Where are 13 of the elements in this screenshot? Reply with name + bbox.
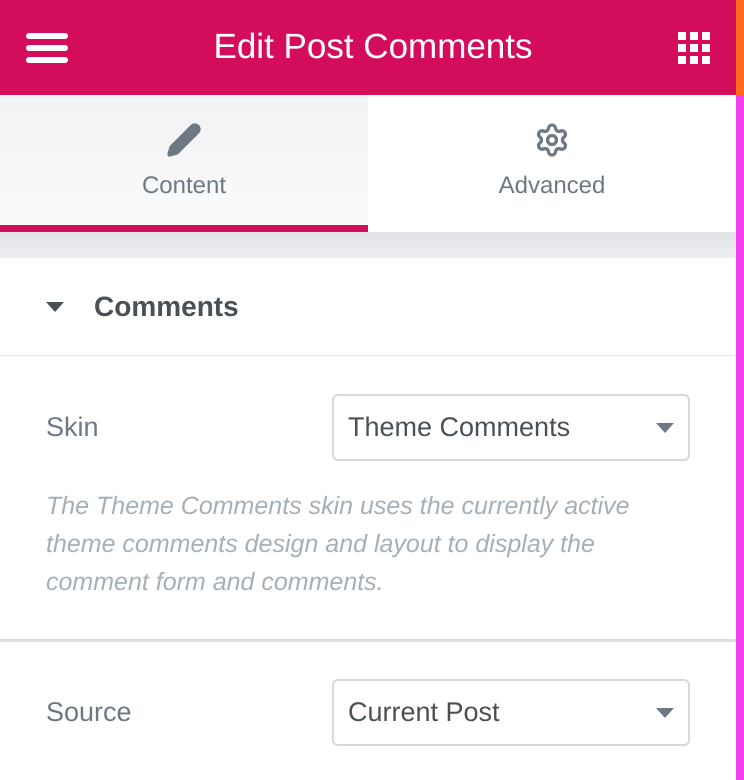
menu-icon[interactable] (26, 32, 68, 62)
control-label: Skin (46, 411, 99, 444)
caret-icon (656, 708, 674, 718)
select-field[interactable]: Current Post (332, 679, 690, 746)
settings-icon (534, 122, 570, 158)
header-title: Edit Post Comments (214, 26, 532, 68)
tab[interactable]: Content (0, 95, 368, 232)
caret-icon (656, 422, 674, 432)
apps-grid-icon[interactable] (678, 32, 710, 64)
control-label: Source (46, 696, 132, 730)
control-description: The Theme Comments skin uses the currently active theme comments design and layout to display the comment form and comments. (46, 491, 631, 598)
select-field[interactable]: Theme Comments (332, 394, 690, 461)
pencil-icon (166, 122, 202, 158)
